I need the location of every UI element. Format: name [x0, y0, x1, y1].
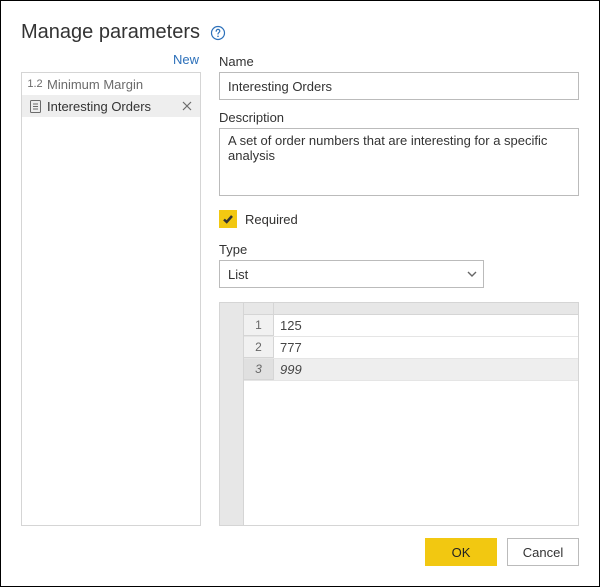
grid-rows: 1 125 2 777 3 999 — [244, 315, 578, 525]
parameter-item-label: Minimum Margin — [47, 77, 194, 92]
parameter-item-interesting-orders[interactable]: Interesting Orders — [22, 95, 200, 117]
list-values-grid[interactable]: 1 125 2 777 3 999 — [219, 302, 579, 526]
list-row[interactable]: 2 777 — [244, 337, 578, 359]
dialog-title: Manage parameters — [21, 21, 200, 44]
row-index: 3 — [244, 359, 274, 380]
new-parameter-link[interactable]: New — [173, 52, 199, 67]
grid-header-value — [274, 303, 578, 314]
help-icon[interactable] — [210, 25, 226, 41]
type-select-wrap: List — [219, 260, 484, 288]
type-label: Type — [219, 242, 579, 257]
description-label: Description — [219, 110, 579, 125]
parameter-list[interactable]: 1.2 Minimum Margin Interesting Orders — [21, 72, 201, 526]
cancel-button[interactable]: Cancel — [507, 538, 579, 566]
sidebar-toolbar: New — [21, 52, 201, 72]
manage-parameters-dialog: Manage parameters New 1.2 Minimum Margin — [0, 0, 600, 587]
grid-header — [244, 303, 578, 315]
row-value[interactable]: 777 — [274, 337, 578, 358]
list-icon — [28, 100, 42, 113]
description-input[interactable] — [219, 128, 579, 196]
sidebar: New 1.2 Minimum Margin Interestin — [21, 52, 201, 526]
name-input[interactable] — [219, 72, 579, 100]
grid-gutter — [220, 303, 244, 525]
grid-header-index — [244, 303, 274, 314]
row-value[interactable]: 999 — [274, 359, 578, 380]
delete-icon[interactable] — [180, 101, 194, 111]
ok-button[interactable]: OK — [425, 538, 497, 566]
parameter-form: Name Description Required Type List — [219, 52, 579, 526]
type-select-value: List — [228, 267, 248, 282]
chevron-down-icon — [466, 268, 478, 280]
row-index: 1 — [244, 315, 274, 336]
parameter-item-minimum-margin[interactable]: 1.2 Minimum Margin — [22, 73, 200, 95]
list-row[interactable]: 1 125 — [244, 315, 578, 337]
row-index: 2 — [244, 337, 274, 358]
dialog-header: Manage parameters — [21, 21, 579, 44]
dialog-body: New 1.2 Minimum Margin Interestin — [21, 52, 579, 526]
dialog-footer: OK Cancel — [21, 526, 579, 566]
decimal-icon: 1.2 — [28, 78, 42, 90]
name-label: Name — [219, 54, 579, 69]
required-label: Required — [245, 212, 298, 227]
list-row[interactable]: 3 999 — [244, 359, 578, 381]
parameter-item-label: Interesting Orders — [47, 99, 175, 114]
type-select[interactable]: List — [219, 260, 484, 288]
required-row: Required — [219, 210, 579, 228]
required-checkbox[interactable] — [219, 210, 237, 228]
grid-body: 1 125 2 777 3 999 — [244, 303, 578, 525]
row-value[interactable]: 125 — [274, 315, 578, 336]
